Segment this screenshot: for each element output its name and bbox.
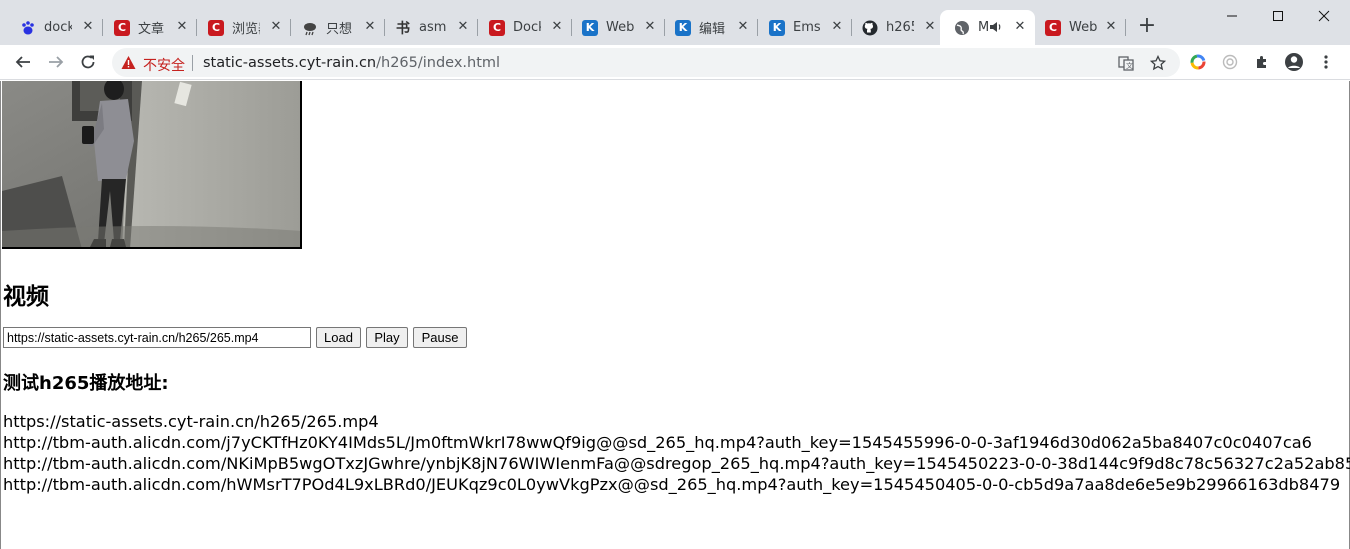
tab-3[interactable]: C 浏览器 ✕ (194, 10, 291, 45)
new-tab-icon[interactable]: + (1137, 15, 1157, 37)
close-tab-icon[interactable]: ✕ (550, 20, 564, 34)
k-icon: K (769, 19, 785, 36)
csdn-icon: C (1045, 19, 1061, 36)
extension-colorful-icon[interactable] (1187, 51, 1209, 73)
tab-title: Web (1069, 20, 1097, 35)
profile-avatar-icon[interactable] (1283, 51, 1305, 73)
page-content: 视频 Load Play Pause 测试h265播放地址: https://s… (0, 81, 1350, 549)
tab-strip: dock ✕ C 文章 ✕ C 浏览器 ✕ 只想 ✕ 书 asm.j ✕ C D… (0, 0, 1350, 45)
tab-4[interactable]: 只想 ✕ (288, 10, 385, 45)
close-tab-icon[interactable]: ✕ (736, 20, 750, 34)
section-title: 视频 (3, 284, 49, 310)
reload-icon[interactable] (76, 50, 100, 74)
minimize-icon[interactable] (1209, 0, 1255, 32)
video-url-input[interactable] (3, 327, 311, 348)
not-secure-label[interactable]: 不安全 (143, 55, 185, 75)
close-tab-icon[interactable]: ✕ (456, 20, 470, 34)
play-button[interactable]: Play (366, 327, 408, 348)
tab-7[interactable]: K Web ✕ (568, 10, 665, 45)
close-tab-icon[interactable]: ✕ (269, 20, 283, 34)
tab-title: 编辑 (699, 22, 726, 37)
extensions-puzzle-icon[interactable] (1251, 51, 1273, 73)
close-tab-icon[interactable]: ✕ (81, 20, 95, 34)
bookmark-star-icon[interactable] (1147, 52, 1169, 74)
close-tab-icon[interactable]: ✕ (830, 20, 844, 34)
close-window-icon[interactable] (1301, 0, 1347, 32)
tab-title: h265 (886, 20, 914, 35)
pause-button[interactable]: Pause (413, 327, 467, 348)
forward-arrow-icon[interactable] (44, 50, 68, 74)
browser-toolbar: 不安全 static-assets.cyt-rain.cn/h265/index… (0, 45, 1350, 80)
tab-title: dock (44, 20, 72, 35)
close-tab-icon[interactable]: ✕ (923, 20, 937, 34)
tab-12[interactable]: C Web ✕ (1031, 10, 1126, 45)
close-tab-icon[interactable]: ✕ (1013, 20, 1027, 34)
tab-title: asm.j (419, 20, 447, 35)
close-tab-icon[interactable]: ✕ (175, 20, 189, 34)
svg-text:文: 文 (1126, 61, 1133, 70)
tab-8[interactable]: K 编辑 ✕ (661, 10, 758, 45)
test-url-item: http://tbm-auth.alicdn.com/NKiMpB5wgOTxz… (3, 454, 1350, 473)
menu-kebab-icon[interactable] (1315, 51, 1337, 73)
k-icon: K (675, 19, 691, 36)
test-url-item: http://tbm-auth.alicdn.com/j7yCKTfHz0KY4… (3, 433, 1312, 452)
tab-5[interactable]: 书 asm.j ✕ (381, 10, 478, 45)
video-frame-image (2, 81, 300, 247)
address-bar[interactable]: 不安全 static-assets.cyt-rain.cn/h265/index… (112, 48, 1180, 77)
back-arrow-icon[interactable] (11, 50, 35, 74)
translate-icon[interactable]: 文 (1115, 52, 1137, 74)
close-tab-icon[interactable]: ✕ (1104, 20, 1118, 34)
tab-6[interactable]: C Dock ✕ (475, 10, 572, 45)
tab-10[interactable]: h265 ✕ (848, 10, 945, 45)
k-icon: K (582, 19, 598, 36)
tab-1[interactable]: dock ✕ (6, 10, 103, 45)
tab-title: 只想 (326, 22, 353, 37)
close-tab-icon[interactable]: ✕ (363, 20, 377, 34)
test-url-item: http://tbm-auth.alicdn.com/hWMsrT7POd4L9… (3, 475, 1341, 494)
url-host: static-assets.cyt-rain.cn (203, 55, 377, 71)
tab-title: Dock (513, 20, 541, 35)
extension-circle-icon[interactable] (1219, 51, 1241, 73)
tab-11-active[interactable]: M ✕ (940, 10, 1035, 45)
test-url-list: https://static-assets.cyt-rain.cn/h265/2… (3, 411, 1350, 495)
url-path: /h265/index.html (376, 55, 501, 71)
github-icon (862, 20, 878, 36)
url-text[interactable]: static-assets.cyt-rain.cn/h265/index.htm… (203, 55, 500, 71)
tab-title: Emsc (793, 20, 821, 35)
csdn-icon: C (489, 19, 505, 36)
close-tab-icon[interactable]: ✕ (643, 20, 657, 34)
globe-icon (954, 20, 970, 36)
tab-2[interactable]: C 文章 ✕ (100, 10, 197, 45)
speaker-icon[interactable] (989, 20, 1003, 34)
video-player[interactable] (2, 81, 302, 249)
weather-cloud-icon (302, 20, 318, 36)
tab-title: 浏览器 (232, 22, 260, 37)
load-button[interactable]: Load (316, 327, 361, 348)
tab-title: 文章 (138, 22, 165, 37)
test-url-item: https://static-assets.cyt-rain.cn/h265/2… (3, 412, 379, 431)
tab-9[interactable]: K Emsc ✕ (755, 10, 852, 45)
baidu-paw-icon (20, 20, 36, 36)
tab-title: Web (606, 20, 634, 35)
csdn-icon: C (114, 19, 130, 36)
jianshu-icon: 书 (396, 20, 410, 37)
test-urls-heading: 测试h265播放地址: (3, 373, 169, 394)
maximize-icon[interactable] (1255, 0, 1301, 32)
warning-triangle-icon[interactable] (121, 55, 136, 70)
csdn-icon: C (208, 19, 224, 36)
